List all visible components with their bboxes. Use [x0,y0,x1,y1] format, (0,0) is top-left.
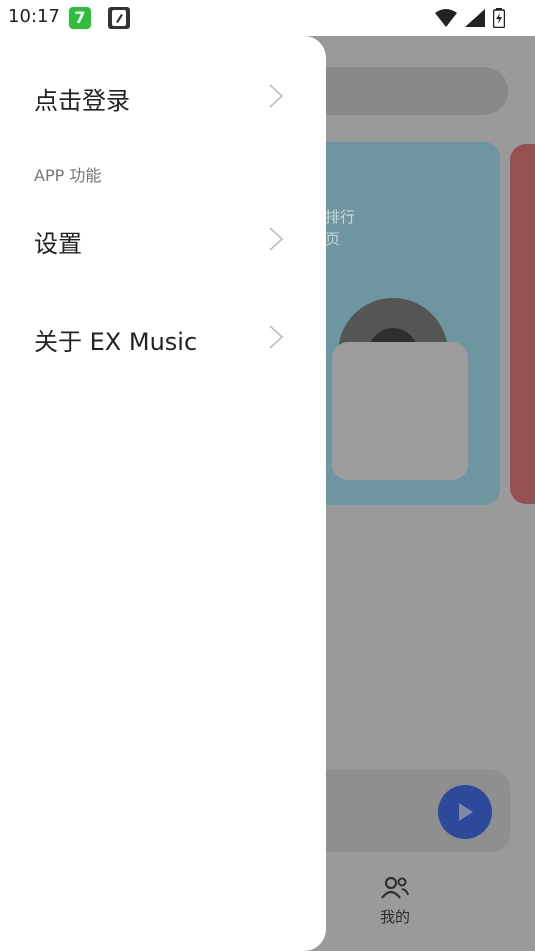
background-card-text: 排行 页 [325,208,356,248]
chevron-right-icon [269,325,284,349]
settings-label: 设置 [34,230,82,258]
app-features-section-title: APP 功能 [34,166,102,185]
navigation-drawer: 点击登录 APP 功能 设置 关于 EX Music [0,36,326,951]
nav-item-me: 我的 [360,876,430,927]
play-icon [459,803,473,821]
status-right [435,6,505,30]
login-row[interactable]: 点击登录 [0,65,326,125]
wifi-icon [435,9,457,27]
login-label: 点击登录 [34,87,130,115]
edit-app-icon [108,7,130,29]
chevron-right-icon [269,227,284,251]
battery-icon [493,8,505,28]
play-button [438,785,492,839]
chevron-right-icon [269,84,284,108]
background-box-graphic [332,342,468,480]
about-row[interactable]: 关于 EX Music [0,306,326,366]
status-bar: 10:17 7 [0,0,535,36]
signal-icon [465,9,485,27]
settings-row[interactable]: 设置 [0,208,326,268]
app-7-icon: 7 [69,7,91,29]
about-label: 关于 EX Music [34,328,198,356]
nav-item-me-label: 我的 [379,908,410,926]
status-time: 10:17 [8,6,60,27]
background-side-card [510,144,535,504]
users-icon [381,876,409,899]
